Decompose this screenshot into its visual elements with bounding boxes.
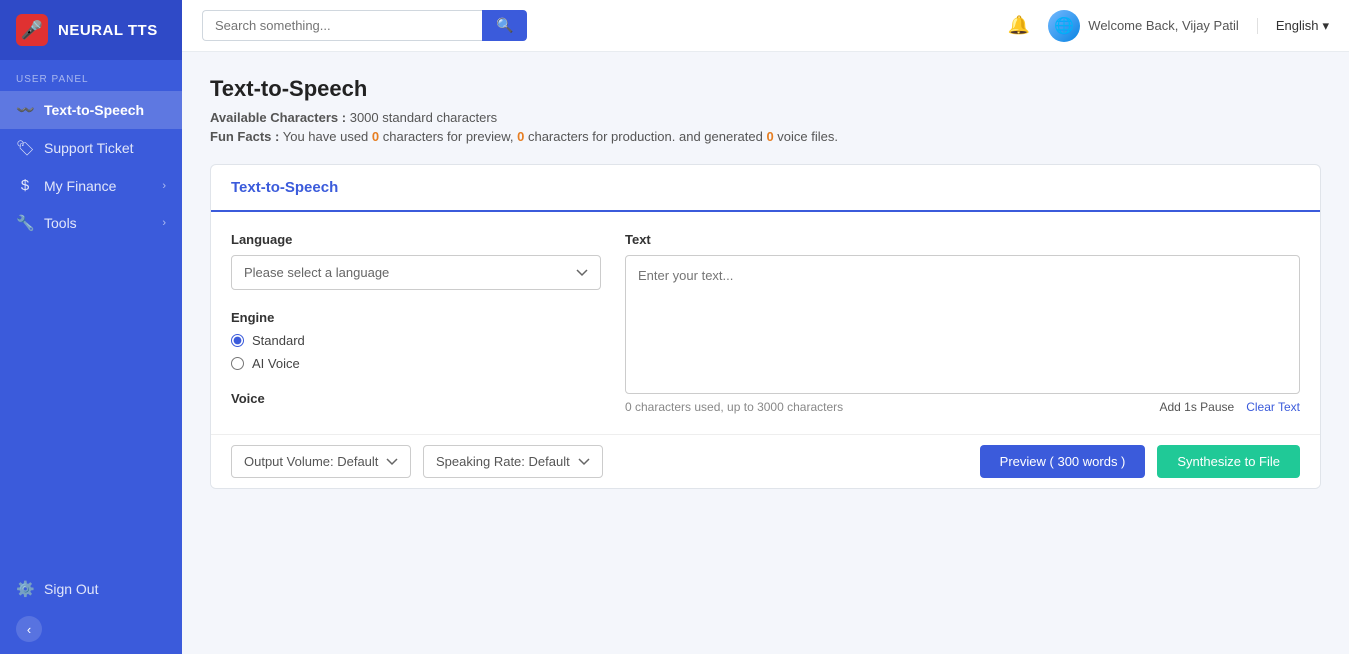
sidebar-item-label: Tools xyxy=(44,215,77,231)
finance-icon: $ xyxy=(16,177,34,194)
welcome-text: Welcome Back, Vijay Patil xyxy=(1088,18,1239,33)
voice-label: Voice xyxy=(231,391,601,406)
search-wrapper: 🔍 xyxy=(202,10,527,41)
engine-label: Engine xyxy=(231,310,601,325)
text-footer: 0 characters used, up to 3000 characters… xyxy=(625,400,1300,414)
text-label: Text xyxy=(625,232,1300,247)
tts-icon: 〰️ xyxy=(16,101,34,119)
available-chars-value: 3000 standard characters xyxy=(350,110,497,125)
speaking-rate-select[interactable]: Speaking Rate: Default xyxy=(423,445,603,478)
available-chars-line: Available Characters : 3000 standard cha… xyxy=(210,110,1321,125)
engine-ai-voice-label: AI Voice xyxy=(252,356,300,371)
tts-card-title: Text-to-Speech xyxy=(211,165,1320,212)
text-footer-right: Add 1s Pause Clear Text xyxy=(1159,400,1300,414)
sidebar-section-label: USER PANEL xyxy=(0,60,182,91)
page-title: Text-to-Speech xyxy=(210,76,1321,102)
search-button[interactable]: 🔍 xyxy=(482,10,527,41)
tts-right-panel: Text 0 characters used, up to 3000 chara… xyxy=(625,232,1300,414)
sidebar-item-support-ticket[interactable]: 🏷 Support Ticket xyxy=(0,129,182,167)
sidebar-item-label: My Finance xyxy=(44,178,116,194)
output-volume-select[interactable]: Output Volume: Default xyxy=(231,445,411,478)
voice-files-count: 0 xyxy=(766,129,773,144)
main-area: 🔍 🔔 🌐 Welcome Back, Vijay Patil English … xyxy=(182,0,1349,654)
bell-icon[interactable]: 🔔 xyxy=(1008,15,1030,36)
engine-options: Standard AI Voice xyxy=(231,333,601,371)
bottom-bar: Output Volume: Default Speaking Rate: De… xyxy=(211,434,1320,488)
preview-button[interactable]: Preview ( 300 words ) xyxy=(980,445,1146,478)
language-label: English xyxy=(1276,18,1319,33)
synthesize-button[interactable]: Synthesize to File xyxy=(1157,445,1300,478)
sidebar-collapse-button[interactable]: ‹ xyxy=(16,616,42,642)
sidebar-item-my-finance[interactable]: $ My Finance › xyxy=(0,167,182,204)
sidebar-item-label: Support Ticket xyxy=(44,140,134,156)
sidebar-item-tools[interactable]: 🔧 Tools › xyxy=(0,204,182,242)
fun-facts-text: You have used 0 characters for preview, … xyxy=(283,129,838,144)
sidebar-item-text-to-speech[interactable]: 〰️ Text-to-Speech xyxy=(0,91,182,129)
search-input[interactable] xyxy=(202,10,482,41)
engine-section: Engine Standard AI Voice xyxy=(231,310,601,371)
chars-preview-count: 0 xyxy=(372,129,379,144)
add-pause-button[interactable]: Add 1s Pause xyxy=(1159,400,1234,414)
engine-ai-voice-radio[interactable] xyxy=(231,357,244,370)
language-selector[interactable]: English ▾ xyxy=(1257,18,1329,34)
sidebar-item-sign-out[interactable]: ⚙️ Sign Out xyxy=(0,570,182,608)
chars-used-label: 0 characters used, up to 3000 characters xyxy=(625,400,843,414)
engine-ai-voice-option[interactable]: AI Voice xyxy=(231,356,601,371)
text-textarea[interactable] xyxy=(625,255,1300,394)
main-content: Text-to-Speech Available Characters : 30… xyxy=(182,52,1349,654)
engine-standard-option[interactable]: Standard xyxy=(231,333,601,348)
logo-icon: 🎤 xyxy=(16,14,48,46)
ticket-icon: 🏷 xyxy=(16,139,34,157)
header-right: 🔔 🌐 Welcome Back, Vijay Patil English ▾ xyxy=(1008,10,1329,42)
engine-standard-radio[interactable] xyxy=(231,334,244,347)
sidebar-item-label: Text-to-Speech xyxy=(44,102,144,118)
tools-icon: 🔧 xyxy=(16,214,34,232)
sidebar-logo[interactable]: 🎤 NEURAL TTS xyxy=(0,0,182,60)
chars-production-count: 0 xyxy=(517,129,524,144)
tts-card: Text-to-Speech Language Please select a … xyxy=(210,164,1321,489)
fun-facts-label: Fun Facts : xyxy=(210,129,279,144)
language-label: Language xyxy=(231,232,601,247)
voice-section: Voice xyxy=(231,391,601,406)
app-name: NEURAL TTS xyxy=(58,22,158,39)
tts-card-body: Language Please select a language Engine… xyxy=(211,212,1320,434)
signout-icon: ⚙️ xyxy=(16,580,34,598)
clear-text-button[interactable]: Clear Text xyxy=(1246,400,1300,414)
avatar: 🌐 xyxy=(1048,10,1080,42)
chevron-right-icon: › xyxy=(162,180,166,192)
language-select[interactable]: Please select a language xyxy=(231,255,601,290)
header: 🔍 🔔 🌐 Welcome Back, Vijay Patil English … xyxy=(182,0,1349,52)
search-icon: 🔍 xyxy=(496,17,513,33)
sidebar: 🎤 NEURAL TTS USER PANEL 〰️ Text-to-Speec… xyxy=(0,0,182,654)
avatar-wrapper: 🌐 Welcome Back, Vijay Patil xyxy=(1048,10,1239,42)
sidebar-item-label: Sign Out xyxy=(44,581,98,597)
collapse-icon: ‹ xyxy=(27,622,31,637)
engine-standard-label: Standard xyxy=(252,333,305,348)
tts-left-panel: Language Please select a language Engine… xyxy=(231,232,601,414)
fun-facts-line: Fun Facts : You have used 0 characters f… xyxy=(210,129,1321,144)
chevron-down-icon: ▾ xyxy=(1322,18,1329,34)
chevron-right-icon: › xyxy=(162,217,166,229)
available-chars-label: Available Characters : xyxy=(210,110,346,125)
